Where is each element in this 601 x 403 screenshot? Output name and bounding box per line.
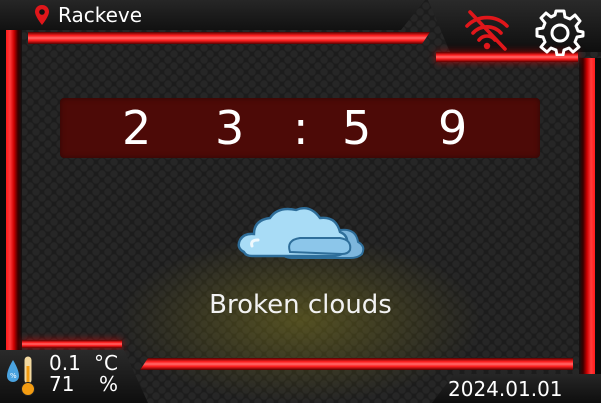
left-rail — [0, 0, 22, 403]
clock-minute-tens: 5 — [342, 101, 372, 155]
clock-minute-ones: 9 — [438, 101, 468, 155]
map-pin-icon — [35, 5, 49, 25]
weather-clock-screen: Rackeve 2 3 : 5 9 Broken clouds % 0.1 °C… — [0, 0, 601, 403]
bottom-left-accent-bar — [22, 340, 122, 348]
cloud-icon — [237, 207, 365, 259]
digital-clock: 2 3 : 5 9 — [60, 98, 540, 158]
current-date: 2024.01.01 — [448, 377, 563, 401]
thermometer-humidity-icon: % — [7, 355, 35, 396]
gear-icon[interactable] — [534, 8, 586, 56]
temperature-value: 0.1 — [49, 351, 81, 375]
clock-hour-tens: 2 — [122, 101, 152, 155]
weather-description: Broken clouds — [209, 290, 392, 320]
clock-hour-ones: 3 — [215, 101, 245, 155]
right-rail — [579, 58, 601, 403]
wifi-off-icon[interactable] — [461, 7, 513, 53]
humidity-value: 71 — [49, 372, 75, 396]
location-name: Rackeve — [58, 3, 143, 27]
bottom-accent-bar — [140, 358, 573, 370]
clock-separator: : — [293, 101, 309, 155]
svg-text:%: % — [10, 372, 17, 380]
temperature-unit: °C — [94, 351, 118, 375]
humidity-unit: % — [99, 372, 119, 396]
top-accent-bar — [28, 32, 430, 44]
location[interactable]: Rackeve — [34, 3, 142, 27]
